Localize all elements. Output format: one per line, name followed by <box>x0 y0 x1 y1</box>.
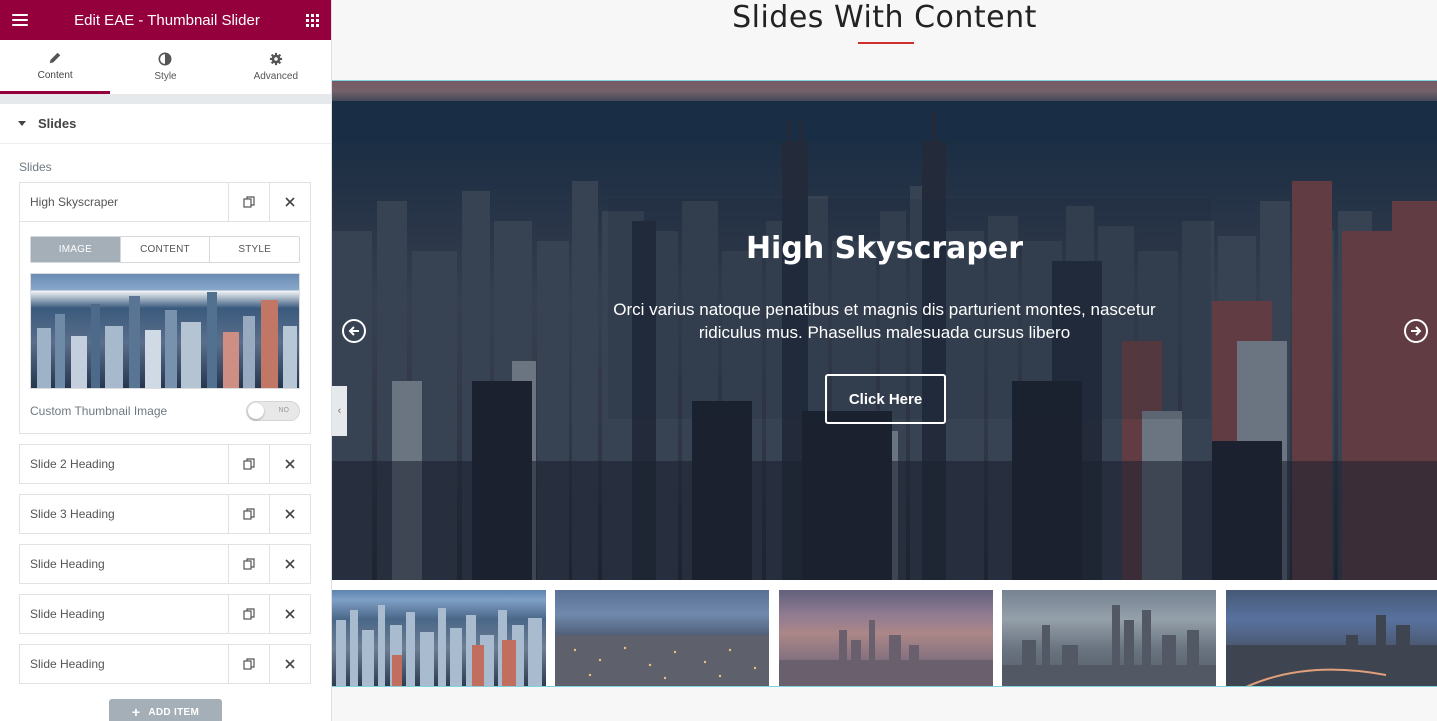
close-icon <box>285 609 295 619</box>
custom-thumbnail-toggle[interactable]: NO <box>246 401 300 421</box>
thumbnail-dim <box>1002 590 1216 686</box>
thumbnail-dim <box>555 590 769 686</box>
thumbnail-dim <box>1226 590 1437 686</box>
slides-control-label: Slides <box>19 160 52 174</box>
thumbnail-dim <box>779 590 993 686</box>
close-icon <box>285 659 295 669</box>
remove-button[interactable] <box>269 595 310 633</box>
slide-heading: High Skyscraper <box>745 231 1024 266</box>
repeater-item-body: IMAGE CONTENT STYLE Custom Thumbnail Ima… <box>19 222 311 434</box>
section-title: Slides <box>38 116 77 131</box>
duplicate-icon <box>243 508 255 520</box>
arrow-left-icon <box>348 326 359 336</box>
duplicate-icon <box>243 658 255 670</box>
thumbnail-slider[interactable]: High Skyscraper Orci varius natoque pena… <box>332 80 1437 580</box>
slide-cta-button[interactable]: Click Here <box>825 374 946 424</box>
add-item-button[interactable]: + ADD ITEM <box>109 699 222 721</box>
repeater-item-title: Slide Heading <box>30 657 105 671</box>
panel-divider <box>0 95 331 104</box>
toggle-state: NO <box>278 407 290 414</box>
panel-title: Edit EAE - Thumbnail Slider <box>74 11 260 29</box>
duplicate-icon <box>243 558 255 570</box>
close-icon <box>285 459 295 469</box>
tab-content[interactable]: Content <box>0 40 111 94</box>
tab-advanced-label: Advanced <box>253 71 299 82</box>
remove-button[interactable] <box>269 445 310 483</box>
subtab-style[interactable]: STYLE <box>209 237 299 262</box>
slide-description: Orci varius natoque penatibus et magnis … <box>613 300 1156 342</box>
duplicate-button[interactable] <box>228 445 269 483</box>
remove-button[interactable] <box>269 545 310 583</box>
duplicate-button[interactable] <box>228 545 269 583</box>
pencil-icon <box>49 52 61 63</box>
page-preview: Slides With Content High Skyscraper Orci… <box>332 0 1437 721</box>
thumbnail-strip <box>332 580 1437 687</box>
repeater-item-title: Slide Heading <box>30 607 105 621</box>
repeater-item[interactable]: Slide Heading <box>19 594 311 634</box>
slider-prev-button[interactable] <box>342 319 366 343</box>
tab-style[interactable]: Style <box>110 40 220 94</box>
caret-down-icon <box>18 121 26 126</box>
remove-button[interactable] <box>269 495 310 533</box>
title-divider <box>858 42 914 44</box>
thumbnail-2[interactable] <box>555 590 769 686</box>
add-item-label: ADD ITEM <box>148 706 200 718</box>
remove-button[interactable] <box>269 183 310 221</box>
thumbnail-3[interactable] <box>779 590 993 686</box>
thumbnail-4[interactable] <box>1002 590 1216 686</box>
close-icon <box>285 509 295 519</box>
duplicate-button[interactable] <box>228 495 269 533</box>
duplicate-icon <box>243 608 255 620</box>
image-picker-preview[interactable] <box>30 273 300 389</box>
repeater-item[interactable]: Slide 2 Heading <box>19 444 311 484</box>
thumbnail-5[interactable] <box>1226 590 1437 686</box>
slides-repeater: High Skyscraper IMAGE CONTENT STYLE Cust… <box>19 182 311 684</box>
arrow-right-icon <box>1411 326 1422 336</box>
duplicate-button[interactable] <box>228 645 269 683</box>
menu-icon[interactable] <box>12 14 28 26</box>
repeater-item-title: Slide 3 Heading <box>30 507 115 521</box>
duplicate-icon <box>243 196 255 208</box>
plus-icon: + <box>131 704 141 720</box>
duplicate-button[interactable] <box>228 183 269 221</box>
duplicate-icon <box>243 458 255 470</box>
custom-thumbnail-row: Custom Thumbnail Image NO <box>30 401 300 421</box>
subtab-image[interactable]: IMAGE <box>31 237 120 262</box>
item-subtabs: IMAGE CONTENT STYLE <box>30 236 300 263</box>
duplicate-button[interactable] <box>228 595 269 633</box>
subtab-content[interactable]: CONTENT <box>119 237 210 262</box>
custom-thumbnail-label: Custom Thumbnail Image <box>30 404 168 418</box>
page-title: Slides With Content <box>732 0 1037 35</box>
editor-panel: Edit EAE - Thumbnail Slider Content Styl… <box>0 0 332 721</box>
tab-advanced[interactable]: Advanced <box>221 40 331 94</box>
remove-button[interactable] <box>269 645 310 683</box>
repeater-item[interactable]: Slide Heading <box>19 544 311 584</box>
panel-collapse-handle[interactable]: ‹ <box>332 386 347 436</box>
chevron-left-icon: ‹ <box>337 405 342 417</box>
panel-tabs: Content Style Advanced <box>0 40 331 95</box>
half-circle-icon <box>159 52 172 66</box>
repeater-item-open[interactable]: High Skyscraper <box>19 182 311 222</box>
close-icon <box>285 197 295 207</box>
slider-next-button[interactable] <box>1404 319 1428 343</box>
repeater-item-title: Slide 2 Heading <box>30 457 115 471</box>
panel-header: Edit EAE - Thumbnail Slider <box>0 0 331 40</box>
section-slides-toggle[interactable]: Slides <box>0 104 331 144</box>
repeater-item[interactable]: Slide Heading <box>19 644 311 684</box>
apps-grid-icon[interactable] <box>305 13 319 27</box>
close-icon <box>285 559 295 569</box>
repeater-item-title: Slide Heading <box>30 557 105 571</box>
thumbnail-dim <box>332 590 546 686</box>
gear-icon <box>269 52 282 66</box>
repeater-item[interactable]: Slide 3 Heading <box>19 494 311 534</box>
repeater-item-title: High Skyscraper <box>30 195 119 209</box>
thumbnail-1[interactable] <box>332 590 546 686</box>
tab-content-label: Content <box>37 69 73 81</box>
toggle-knob <box>248 403 264 419</box>
tab-style-label: Style <box>154 71 177 82</box>
